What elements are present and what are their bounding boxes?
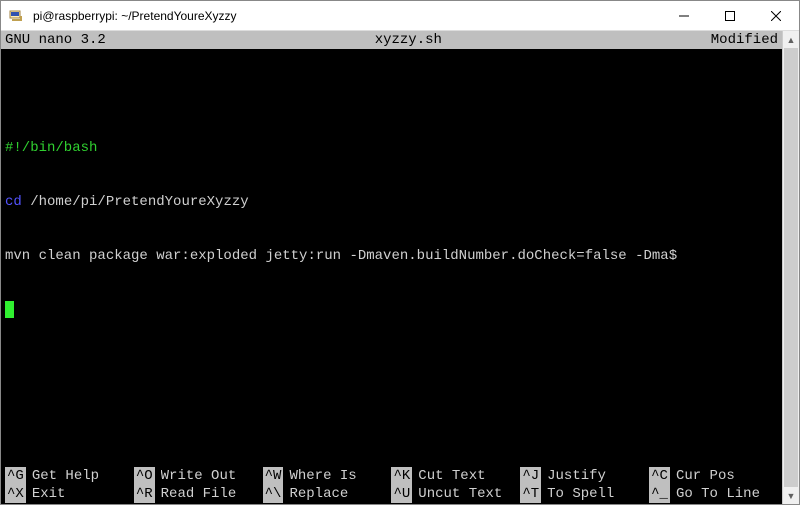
editor-line: cd /home/pi/PretendYoureXyzzy	[5, 193, 778, 211]
close-button[interactable]	[753, 1, 799, 31]
shortcut-key: ^\	[263, 485, 284, 503]
nano-version: GNU nano 3.2	[5, 31, 106, 49]
shortcut-label: Get Help	[32, 467, 99, 485]
shortcut-key: ^T	[520, 485, 541, 503]
shortcut-label: Go To Line	[676, 485, 760, 503]
nano-filename: xyzzy.sh	[106, 31, 711, 49]
shortcuts-row-1: ^G Get Help ^O Write Out ^W Where Is ^K Cut …	[5, 467, 778, 485]
editor-line	[5, 301, 778, 319]
shortcut-key: ^_	[649, 485, 670, 503]
shortcut-label: Uncut Text	[418, 485, 502, 503]
putty-icon	[8, 8, 24, 24]
shortcut-key: ^J	[520, 467, 541, 485]
nano-header: GNU nano 3.2 xyzzy.sh Modified	[1, 31, 782, 49]
window-title: pi@raspberrypi: ~/PretendYoureXyzzy	[31, 9, 661, 23]
mvn-command: mvn clean package war:exploded jetty:run…	[5, 248, 677, 264]
shortcut-key: ^W	[263, 467, 284, 485]
app-icon	[1, 8, 31, 24]
maximize-icon	[725, 11, 735, 21]
shortcut-label: Read File	[161, 485, 237, 503]
shortcut-key: ^C	[649, 467, 670, 485]
shortcut-label: Write Out	[161, 467, 237, 485]
shortcut-label: To Spell	[547, 485, 614, 503]
minimize-button[interactable]	[661, 1, 707, 31]
close-icon	[771, 11, 781, 21]
terminal[interactable]: GNU nano 3.2 xyzzy.sh Modified #!/bin/ba…	[1, 31, 782, 504]
scrollbar[interactable]: ▲ ▼	[782, 31, 799, 504]
nano-status: Modified	[711, 31, 778, 49]
shortcut-justify[interactable]: ^J Justify	[520, 467, 649, 485]
shortcut-label: Cur Pos	[676, 467, 735, 485]
shortcut-label: Justify	[547, 467, 606, 485]
shebang: #!/bin/bash	[5, 140, 97, 156]
minimize-icon	[679, 11, 689, 21]
scroll-up-button[interactable]: ▲	[783, 31, 799, 48]
chevron-up-icon: ▲	[787, 35, 796, 45]
shortcut-key: ^G	[5, 467, 26, 485]
editor-line: #!/bin/bash	[5, 139, 778, 157]
terminal-wrapper: GNU nano 3.2 xyzzy.sh Modified #!/bin/ba…	[1, 31, 799, 504]
shortcut-label: Where Is	[289, 467, 356, 485]
cmd-cd: cd	[5, 194, 22, 210]
shortcut-key: ^U	[391, 485, 412, 503]
shortcut-exit[interactable]: ^X Exit	[5, 485, 134, 503]
shortcut-write-out[interactable]: ^O Write Out	[134, 467, 263, 485]
shortcut-read-file[interactable]: ^R Read File	[134, 485, 263, 503]
shortcut-key: ^K	[391, 467, 412, 485]
titlebar[interactable]: pi@raspberrypi: ~/PretendYoureXyzzy	[1, 1, 799, 31]
shortcut-key: ^X	[5, 485, 26, 503]
shortcut-key: ^R	[134, 485, 155, 503]
shortcut-to-spell[interactable]: ^T To Spell	[520, 485, 649, 503]
window-controls	[661, 1, 799, 30]
scrollbar-thumb[interactable]	[784, 48, 798, 487]
shortcut-get-help[interactable]: ^G Get Help	[5, 467, 134, 485]
shortcut-label: Exit	[32, 485, 66, 503]
scrollbar-track[interactable]	[783, 48, 799, 487]
cursor	[5, 301, 14, 318]
cd-path: /home/pi/PretendYoureXyzzy	[22, 194, 249, 210]
editor-line: mvn clean package war:exploded jetty:run…	[5, 247, 778, 265]
maximize-button[interactable]	[707, 1, 753, 31]
shortcuts-row-2: ^X Exit ^R Read File ^\ Replace ^U Uncut Tex…	[5, 485, 778, 503]
shortcut-go-to-line[interactable]: ^_ Go To Line	[649, 485, 778, 503]
chevron-down-icon: ▼	[787, 491, 796, 501]
shortcut-label: Replace	[289, 485, 348, 503]
shortcut-cur-pos[interactable]: ^C Cur Pos	[649, 467, 778, 485]
scroll-down-button[interactable]: ▼	[783, 487, 799, 504]
shortcut-replace[interactable]: ^\ Replace	[263, 485, 392, 503]
putty-window: pi@raspberrypi: ~/PretendYoureXyzzy GNU …	[0, 0, 800, 505]
nano-shortcuts-bar: ^G Get Help ^O Write Out ^W Where Is ^K Cut …	[1, 467, 782, 504]
shortcut-label: Cut Text	[418, 467, 485, 485]
shortcut-uncut-text[interactable]: ^U Uncut Text	[391, 485, 520, 503]
shortcut-cut-text[interactable]: ^K Cut Text	[391, 467, 520, 485]
shortcut-key: ^O	[134, 467, 155, 485]
editor-blank-line	[5, 85, 778, 103]
shortcut-where-is[interactable]: ^W Where Is	[263, 467, 392, 485]
editor-content[interactable]: #!/bin/bash cd /home/pi/PretendYoureXyzz…	[1, 49, 782, 467]
